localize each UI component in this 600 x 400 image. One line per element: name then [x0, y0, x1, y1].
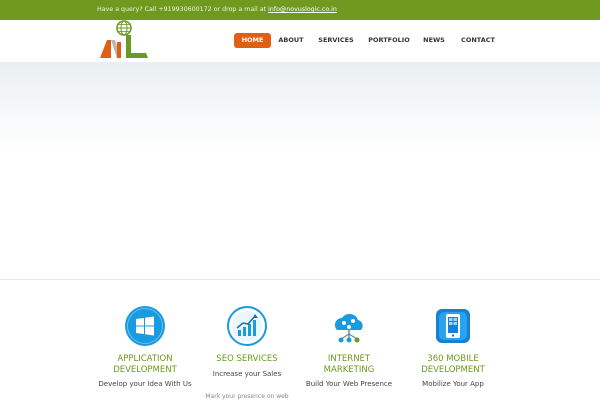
contact-message: Have a query? Call +919930600172 or drop… — [97, 0, 337, 20]
service-title: INTERNET MARKETING — [299, 354, 399, 376]
service-title-line2: DEVELOPMENT — [421, 365, 485, 375]
nav-contact[interactable]: CONTACT — [458, 33, 498, 48]
growth-chart-icon — [227, 306, 267, 346]
mobile-phone-icon — [436, 309, 470, 343]
nav-home[interactable]: HOME — [234, 33, 271, 48]
nav-news[interactable]: NEWS — [420, 33, 448, 48]
service-title-line2: MARKETING — [323, 365, 375, 375]
service-title: SEO SERVICES — [197, 354, 297, 365]
services-section: APPLICATION DEVELOPMENT Develop your Ide… — [0, 280, 600, 400]
top-bar: Have a query? Call +919930600172 or drop… — [0, 0, 600, 20]
service-title-line1: 360 MOBILE — [427, 354, 479, 364]
nav-about[interactable]: ABOUT — [275, 33, 307, 48]
nav-services[interactable]: SERVICES — [315, 33, 357, 48]
service-desc: Build Your Web Presence — [305, 380, 393, 388]
service-title: 360 MOBILE DEVELOPMENT — [403, 354, 503, 376]
windows-icon — [125, 306, 165, 346]
service-title-line1: SEO SERVICES — [216, 354, 278, 364]
service-title-line1: INTERNET — [327, 354, 371, 364]
cloud-network-icon — [329, 306, 369, 346]
service-desc: Develop your Idea With Us — [98, 380, 192, 388]
service-desc: Increase your Sales — [212, 370, 282, 378]
company-logo[interactable] — [99, 20, 149, 60]
service-title-line2: DEVELOPMENT — [113, 365, 177, 375]
nav-portfolio[interactable]: PORTFOLIO — [365, 33, 413, 48]
hero-banner — [0, 62, 600, 279]
site-header: HOME ABOUT SERVICES PORTFOLIO NEWS CONTA… — [0, 20, 600, 62]
email-link[interactable]: info@novuslogic.co.in — [268, 6, 337, 13]
service-title: APPLICATION DEVELOPMENT — [95, 354, 195, 376]
service-subtext: Mark your presence on web — [205, 393, 289, 400]
contact-text: Have a query? Call +919930600172 or drop… — [97, 6, 269, 13]
service-title-line1: APPLICATION — [117, 354, 173, 364]
service-desc: Mobilize Your App — [422, 380, 484, 388]
